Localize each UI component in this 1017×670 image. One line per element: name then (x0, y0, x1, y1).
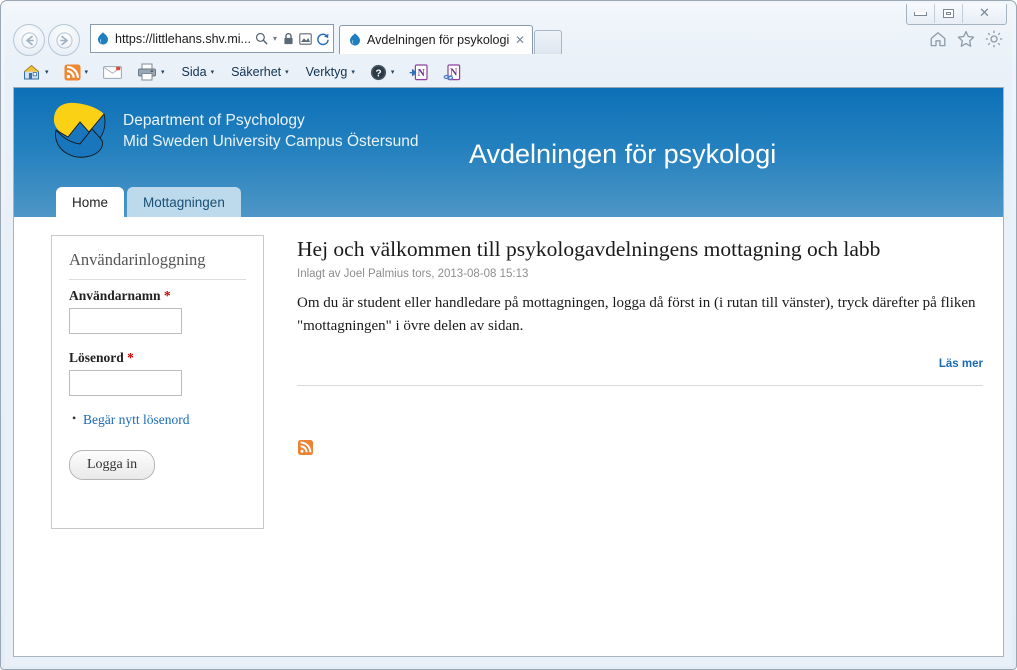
feeds-dropdown-caret-icon[interactable]: ▾ (85, 68, 89, 76)
browser-window-inner: ✕ https://littlehans.shv.mi... ▾ Avdelni… (5, 3, 1012, 666)
browser-command-bar: ▾ ▾ ▾ Sida ▾ Säkerhet ▾ Verktyg ▾ ? ▾ N … (5, 57, 1012, 87)
refresh-icon[interactable] (314, 29, 331, 49)
address-bar[interactable]: https://littlehans.shv.mi... ▾ (90, 24, 334, 53)
svg-text:N: N (418, 68, 426, 79)
login-submit-button[interactable]: Logga in (69, 450, 156, 480)
back-arrow-icon (20, 31, 38, 49)
search-dropdown-caret-icon[interactable]: ▾ (270, 34, 280, 43)
address-url-text: https://littlehans.shv.mi... (115, 31, 251, 46)
password-required-marker: * (127, 350, 134, 365)
site-tab-mottagningen[interactable]: Mottagningen (127, 187, 241, 217)
site-primary-tabs: Home Mottagningen (56, 187, 241, 217)
username-input[interactable] (69, 308, 182, 334)
forward-button[interactable] (48, 24, 80, 56)
browser-window: ✕ https://littlehans.shv.mi... ▾ Avdelni… (0, 0, 1017, 670)
commandbar-safety-menu[interactable]: Säkerhet ▾ (226, 61, 292, 83)
password-input[interactable] (69, 370, 182, 396)
site-header: Department of Psychology Mid Sweden Univ… (14, 88, 1003, 217)
commandbar-onenote-linked-button[interactable]: N (440, 61, 465, 83)
commandbar-help-button[interactable]: ? ▾ (367, 61, 398, 83)
commandbar-page-menu[interactable]: Sida ▾ (177, 61, 218, 83)
article-teaser: Hej och välkommen till psykologavdelning… (297, 237, 983, 387)
drupal-favicon-icon (350, 33, 360, 46)
commandbar-feeds-button[interactable]: ▾ (61, 61, 92, 83)
commandbar-page-label: Sida (181, 65, 207, 79)
settings-icon[interactable] (984, 29, 1004, 49)
commandbar-tools-menu[interactable]: Verktyg ▾ (301, 61, 358, 83)
username-required-marker: * (163, 288, 171, 303)
site-branding[interactable]: Department of Psychology Mid Sweden Univ… (47, 100, 418, 162)
commandbar-tools-label: Verktyg (305, 65, 348, 79)
login-block-title: Användarinloggning (69, 250, 246, 280)
browser-tabstrip: Avdelningen för psykologi ✕ (339, 24, 562, 54)
brand-line-2: Mid Sweden University Campus Östersund (123, 133, 419, 150)
site-feed-link[interactable] (298, 440, 313, 460)
commandbar-home-button[interactable]: ▾ (19, 61, 52, 83)
article-body-text: Om du är student eller handledare på mot… (297, 294, 976, 335)
commandbar-safety-label: Säkerhet (231, 65, 282, 79)
page-viewport: Department of Psychology Mid Sweden Univ… (13, 87, 1004, 657)
mail-icon (103, 65, 122, 79)
brand-line-1: Department of Psychology (123, 112, 305, 129)
username-label: Användarnamn * (69, 288, 246, 304)
rss-feed-icon (64, 64, 81, 80)
maximize-icon (943, 9, 954, 18)
printer-icon (138, 63, 157, 81)
favorites-icon[interactable] (956, 29, 976, 49)
tab-close-icon[interactable]: ✕ (512, 33, 528, 47)
site-tab-home[interactable]: Home (56, 187, 125, 217)
read-more-link[interactable]: Läs mer (939, 358, 983, 370)
password-label: Lösenord * (69, 350, 246, 366)
commandbar-print-button[interactable]: ▾ (134, 61, 168, 83)
home-icon (24, 64, 39, 80)
onenote-linked-notes-icon: N (443, 63, 461, 80)
new-tab-button[interactable] (534, 30, 562, 54)
help-icon: ? (370, 64, 386, 80)
home-icon[interactable] (928, 29, 948, 49)
drupal-favicon-icon (98, 31, 108, 45)
rss-feed-icon (298, 440, 313, 455)
site-branding-text: Department of Psychology Mid Sweden Univ… (123, 110, 418, 152)
username-label-text: Användarnamn (69, 288, 161, 303)
site-title: Avdelningen för psykologi (469, 139, 777, 170)
password-label-text: Lösenord (69, 350, 124, 365)
tools-dropdown-caret-icon: ▾ (351, 68, 355, 76)
page-body: Användarinloggning Användarnamn * Löseno… (14, 217, 1003, 656)
home-dropdown-caret-icon[interactable]: ▾ (45, 68, 49, 76)
svg-text:?: ? (375, 68, 381, 79)
login-helper-links: Begär nytt lösenord (69, 411, 246, 428)
lock-icon (280, 29, 297, 49)
page-dropdown-caret-icon: ▾ (210, 68, 215, 76)
minimize-icon (914, 11, 927, 16)
onenote-send-icon: N (409, 63, 428, 80)
read-more-wrapper: Läs mer (297, 354, 983, 372)
commandbar-onenote-send-button[interactable]: N (406, 61, 431, 83)
safety-dropdown-caret-icon: ▾ (285, 68, 289, 76)
browser-tab-avdelningen[interactable]: Avdelningen för psykologi ✕ (339, 25, 533, 54)
back-button[interactable] (13, 24, 45, 56)
forward-arrow-icon (55, 31, 73, 49)
browser-command-icons (928, 29, 1004, 49)
article-divider (297, 385, 983, 387)
commandbar-mail-button[interactable] (100, 61, 125, 83)
close-icon: ✕ (979, 6, 990, 21)
article-title[interactable]: Hej och välkommen till psykologavdelning… (297, 237, 983, 263)
mid-sweden-university-logo-icon (53, 102, 106, 158)
user-login-block: Användarinloggning Användarnamn * Löseno… (51, 235, 264, 529)
article-submitted-meta: Inlagt av Joel Palmius tors, 2013-08-08 … (297, 267, 529, 280)
list-item: Begär nytt lösenord (72, 411, 246, 428)
compatibility-view-icon[interactable] (297, 29, 314, 49)
search-icon[interactable] (253, 29, 270, 49)
request-new-password-link[interactable]: Begär nytt lösenord (83, 412, 189, 427)
browser-navigation-row: https://littlehans.shv.mi... ▾ Avdelning… (5, 21, 1012, 59)
browser-tab-title: Avdelningen för psykologi (367, 33, 510, 47)
help-dropdown-caret-icon[interactable]: ▾ (391, 68, 395, 76)
print-dropdown-caret-icon[interactable]: ▾ (161, 68, 165, 76)
